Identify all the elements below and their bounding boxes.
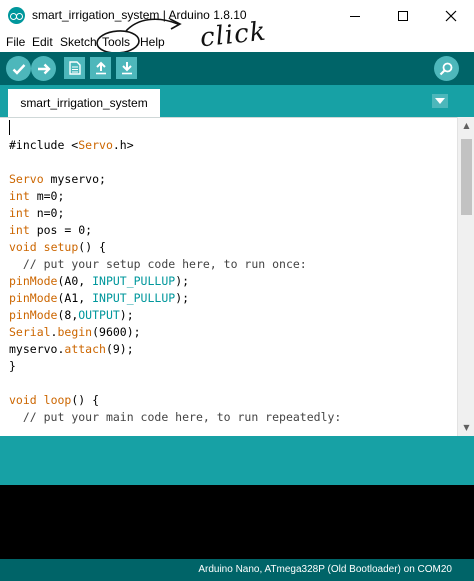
close-icon — [445, 10, 457, 22]
minimize-button[interactable] — [332, 0, 378, 32]
new-icon — [68, 61, 81, 75]
verify-icon — [12, 63, 25, 75]
tab-smart-irrigation-system[interactable]: smart_irrigation_system — [8, 89, 160, 117]
toolbar — [0, 52, 474, 85]
open-button[interactable] — [90, 57, 111, 79]
tab-menu-button[interactable] — [432, 94, 448, 108]
code-line: Servo myservo; — [9, 172, 106, 186]
code-line: Serial.begin(9600); — [9, 325, 141, 339]
chevron-down-icon — [435, 98, 445, 104]
scroll-down-icon[interactable]: ▼ — [458, 419, 474, 436]
maximize-icon — [398, 11, 408, 21]
board-port-label: Arduino Nano, ATmega328P (Old Bootloader… — [198, 564, 452, 575]
code-line: // put your setup code here, to run once… — [22, 257, 307, 271]
menu-edit[interactable]: Edit — [32, 35, 53, 49]
menu-sketch[interactable]: Sketch — [60, 35, 97, 49]
magnifier-icon — [439, 62, 453, 76]
editor-scrollbar[interactable]: ▲ ▼ — [457, 117, 474, 436]
code-line: pinMode(A1, INPUT_PULLUP); — [9, 291, 190, 305]
maximize-button[interactable] — [380, 0, 426, 32]
code-line: void setup() { — [9, 240, 106, 254]
open-icon — [95, 61, 106, 75]
new-button[interactable] — [64, 57, 85, 79]
code-line: pinMode(A0, INPUT_PULLUP); — [9, 274, 190, 288]
upload-button[interactable] — [31, 56, 56, 81]
menu-file[interactable]: File — [6, 35, 25, 49]
scrollbar-thumb[interactable] — [461, 139, 472, 215]
tab-bar: smart_irrigation_system — [0, 85, 474, 117]
save-icon — [121, 62, 132, 75]
save-button[interactable] — [116, 57, 137, 79]
code-line: void loop() { — [9, 393, 100, 407]
output-console[interactable] — [0, 485, 474, 559]
menu-tools[interactable]: Tools — [102, 35, 130, 49]
text-caret — [9, 120, 10, 135]
code-line: } — [9, 359, 16, 373]
serial-monitor-button[interactable] — [434, 56, 459, 81]
code-line: int pos = 0; — [9, 223, 93, 237]
code-line: // put your main code here, to run repea… — [22, 410, 342, 424]
window-title: smart_irrigation_system | Arduino 1.8.10 — [32, 8, 247, 22]
code-line: myservo.attach(9); — [9, 342, 134, 356]
close-button[interactable] — [428, 0, 474, 32]
code-line: #include <Servo.h> — [9, 138, 134, 152]
code-line: int n=0; — [9, 206, 65, 220]
status-bar: Arduino Nano, ATmega328P (Old Bootloader… — [0, 559, 474, 581]
upload-icon — [37, 63, 51, 74]
pane-divider[interactable] — [0, 436, 474, 455]
arduino-logo-icon — [8, 7, 25, 24]
scroll-up-icon[interactable]: ▲ — [458, 117, 474, 134]
message-area — [0, 455, 474, 485]
code-line: pinMode(8,OUTPUT); — [9, 308, 134, 322]
code-line: int m=0; — [9, 189, 65, 203]
minimize-icon — [350, 15, 360, 17]
verify-button[interactable] — [6, 56, 31, 81]
menu-help[interactable]: Help — [140, 35, 165, 49]
code-editor[interactable]: #include <Servo.h> Servo myservo; int m=… — [0, 117, 457, 436]
